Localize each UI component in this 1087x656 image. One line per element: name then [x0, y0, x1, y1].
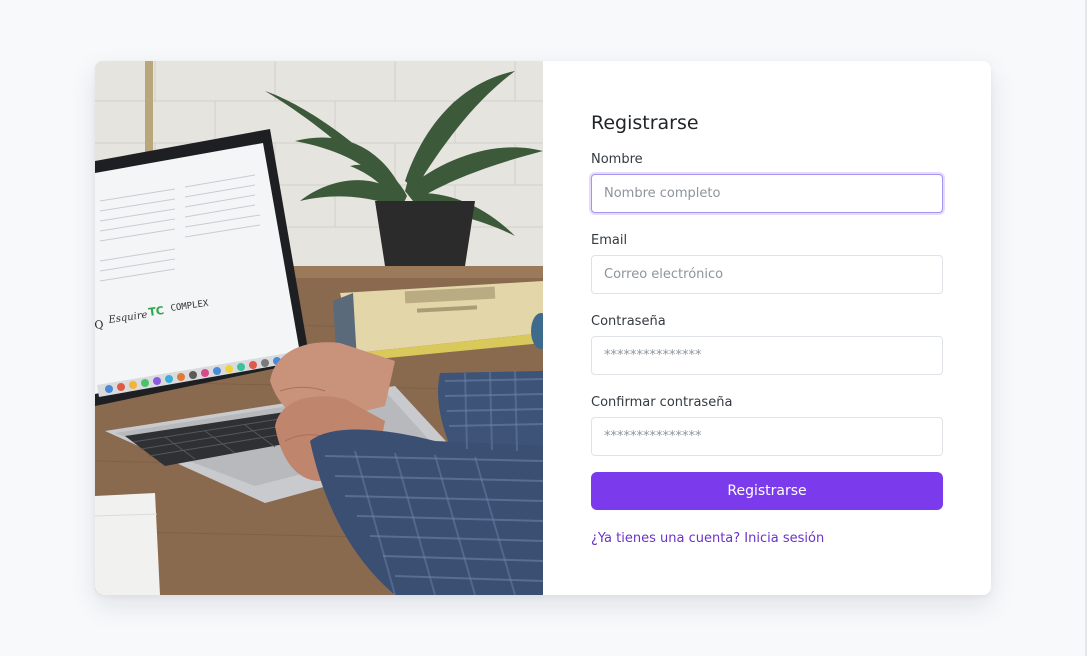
name-field-group: Nombre	[591, 152, 943, 213]
email-label: Email	[591, 233, 628, 248]
confirm-password-label: Confirmar contraseña	[591, 395, 733, 410]
name-label: Nombre	[591, 152, 643, 167]
register-form: Registrarse Nombre Email Contraseña Conf…	[543, 61, 991, 595]
email-input[interactable]	[591, 255, 943, 294]
password-field-group: Contraseña	[591, 314, 943, 375]
svg-text:TC: TC	[148, 304, 165, 319]
hero-photo: Q Esquire TC COMPLEX	[95, 61, 543, 595]
email-field-group: Email	[591, 233, 943, 294]
password-input[interactable]	[591, 336, 943, 375]
login-link[interactable]: ¿Ya tienes una cuenta? Inicia sesión	[591, 531, 824, 547]
register-card: Q Esquire TC COMPLEX Registrarse Nombre …	[95, 61, 991, 595]
password-label: Contraseña	[591, 314, 666, 329]
confirm-password-input[interactable]	[591, 417, 943, 456]
form-title: Registrarse	[591, 112, 699, 134]
name-input[interactable]	[591, 174, 943, 213]
confirm-password-field-group: Confirmar contraseña	[591, 395, 943, 456]
register-button[interactable]: Registrarse	[591, 472, 943, 510]
